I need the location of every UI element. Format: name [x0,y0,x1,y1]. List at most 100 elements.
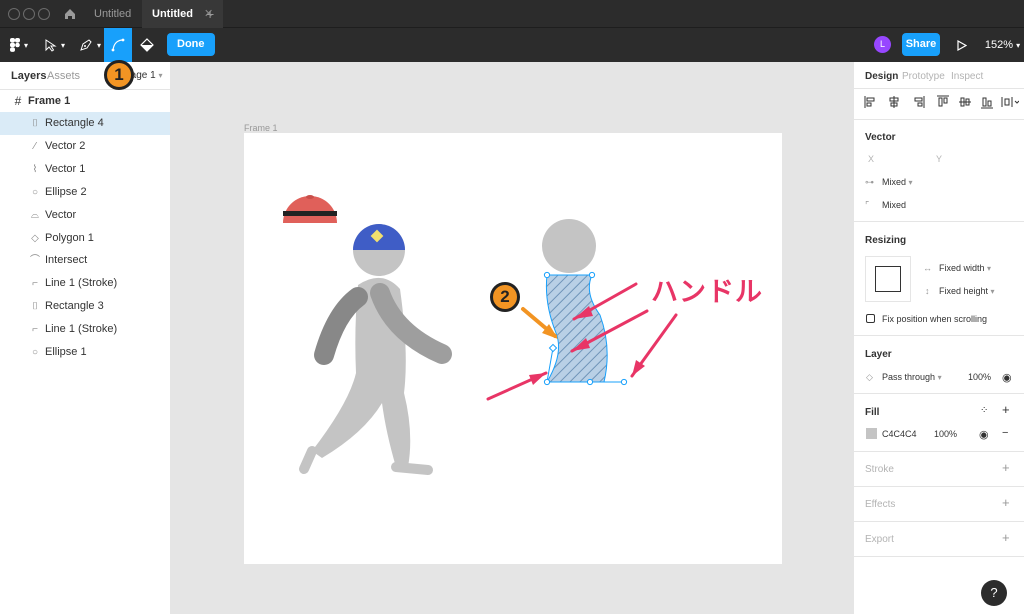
figma-logo-icon [9,38,20,52]
paint-bucket-icon [140,38,154,52]
layer-label: Ellipse 2 [45,186,87,198]
divider [854,556,1024,557]
path-icon: ⌷ [32,301,38,312]
bend-tool-button[interactable] [104,28,132,62]
distribute-icon[interactable] [1001,97,1019,107]
layer-label: Rectangle 3 [45,300,104,312]
layer-item[interactable]: ⌒ Intersect [0,249,170,272]
chevron-down-icon: ▾ [60,40,65,50]
layer-item[interactable]: ⌇ Vector 1 [0,158,170,181]
done-button[interactable]: Done [167,33,215,56]
tab-layers[interactable]: Layers [11,70,46,82]
divider [854,119,1024,120]
corner-radius-field[interactable]: Mixed [882,200,906,210]
section-title-effects: Effects [865,499,896,510]
close-window-icon[interactable] [8,8,20,20]
canvas-artwork [283,195,678,475]
chevron-down-icon: ▾ [987,264,992,273]
corner-mode-select[interactable]: Mixed ▾ [882,177,913,187]
maximize-window-icon[interactable] [38,8,50,20]
align-center-horizontal-icon[interactable] [889,96,899,108]
section-title-export: Export [865,534,894,545]
add-stroke-icon[interactable]: + [1002,460,1010,475]
title-bar: Untitled Untitled ✕ + [0,0,1024,28]
corner-radius-icon: ⌜ [865,200,870,210]
width-resize-select[interactable]: Fixed width ▾ [939,263,991,273]
x-field-label[interactable]: X [868,154,874,164]
frame-label[interactable]: Frame 1 [244,123,278,133]
blend-mode-value: Pass through [882,372,936,382]
layer-item[interactable]: ⁄ Vector 2 [0,135,170,158]
fill-styles-icon[interactable]: ⁘ [980,405,988,416]
layer-item[interactable]: ⌐ Line 1 (Stroke) [0,318,170,341]
layer-frame-1[interactable]: # Frame 1 [0,90,170,113]
height-resize-select[interactable]: Fixed height ▾ [939,286,995,296]
divider [854,393,1024,394]
layer-item[interactable]: ○ Ellipse 1 [0,341,170,364]
section-title-vector: Vector [865,132,896,143]
layer-label: Vector [45,209,77,221]
layer-opacity-field[interactable]: 100% [968,372,991,382]
layer-item[interactable]: ◇ Polygon 1 [0,227,170,250]
align-top-icon[interactable] [937,95,949,107]
align-bottom-icon[interactable] [981,97,993,109]
layer-item[interactable]: ⌷ Rectangle 4 [0,112,170,135]
layer-label: Line 1 (Stroke) [45,277,118,289]
align-center-vertical-icon[interactable] [959,97,971,107]
fix-position-checkbox[interactable] [866,314,875,323]
pen-tool-button[interactable]: ▾ [76,28,104,62]
minimize-window-icon[interactable] [23,8,35,20]
resizing-preview [865,256,911,302]
move-tool-button[interactable]: ▾ [42,28,68,62]
layer-label: Intersect [45,254,88,266]
home-icon[interactable] [63,7,77,21]
zoom-menu-button[interactable]: 152% ▾ [985,28,1020,62]
new-tab-icon[interactable]: + [206,0,214,28]
fill-opacity-field[interactable]: 100% [934,429,957,439]
remove-fill-icon[interactable]: − [1002,427,1008,439]
tab-prototype[interactable]: Prototype [902,71,945,82]
fill-visibility-eye-icon[interactable]: ◉ [979,428,989,441]
layer-item[interactable]: ⌷ Rectangle 3 [0,295,170,318]
layer-item[interactable]: ○ Ellipse 2 [0,181,170,204]
eye-icon[interactable]: ◉ [1002,371,1012,384]
main-menu-button[interactable]: ▾ [6,28,32,62]
tab-assets[interactable]: Assets [47,70,80,82]
handle-annotation-text: ハンドル [651,277,763,307]
walking-person-shape[interactable] [299,224,452,475]
blend-mode-select[interactable]: Pass through ▾ [882,372,942,382]
stroke-icon: ⌐ [32,324,38,335]
y-field-label[interactable]: Y [936,154,942,164]
divider [854,88,1024,89]
layer-label: Ellipse 1 [45,346,87,358]
corner-icon: ⊶ [865,177,874,187]
layer-item[interactable]: ⌓ Vector [0,204,170,227]
tab-label: Untitled [152,8,193,20]
corner-mode-value: Mixed [882,177,907,187]
figure-with-hatched-body[interactable] [542,219,628,386]
divider [854,451,1024,452]
fill-color-swatch[interactable] [866,428,877,439]
share-button[interactable]: Share [902,33,940,56]
avatar[interactable]: L [874,36,891,53]
tab-untitled-1[interactable]: Untitled [94,0,131,28]
add-export-icon[interactable]: + [1002,530,1010,545]
help-button[interactable]: ? [981,580,1007,606]
tab-inspect[interactable]: Inspect [951,71,983,82]
add-effect-icon[interactable]: + [1002,495,1010,510]
red-hat-shape[interactable] [283,195,337,223]
boolean-icon: ⌒ [30,255,40,266]
divider [854,521,1024,522]
add-fill-icon[interactable]: + [1002,402,1010,417]
vector-icon: ⁄ [34,141,36,152]
chevron-down-icon: ▾ [937,373,942,382]
present-button[interactable] [954,28,970,62]
divider [854,486,1024,487]
chevron-down-icon: ▾ [908,178,913,187]
fill-hex-field[interactable]: C4C4C4 [882,429,917,439]
tab-design[interactable]: Design [865,71,898,82]
align-right-icon[interactable] [914,96,925,108]
align-left-icon[interactable] [864,96,875,108]
layer-item[interactable]: ⌐ Line 1 (Stroke) [0,272,170,295]
paint-bucket-tool-button[interactable] [134,28,160,62]
